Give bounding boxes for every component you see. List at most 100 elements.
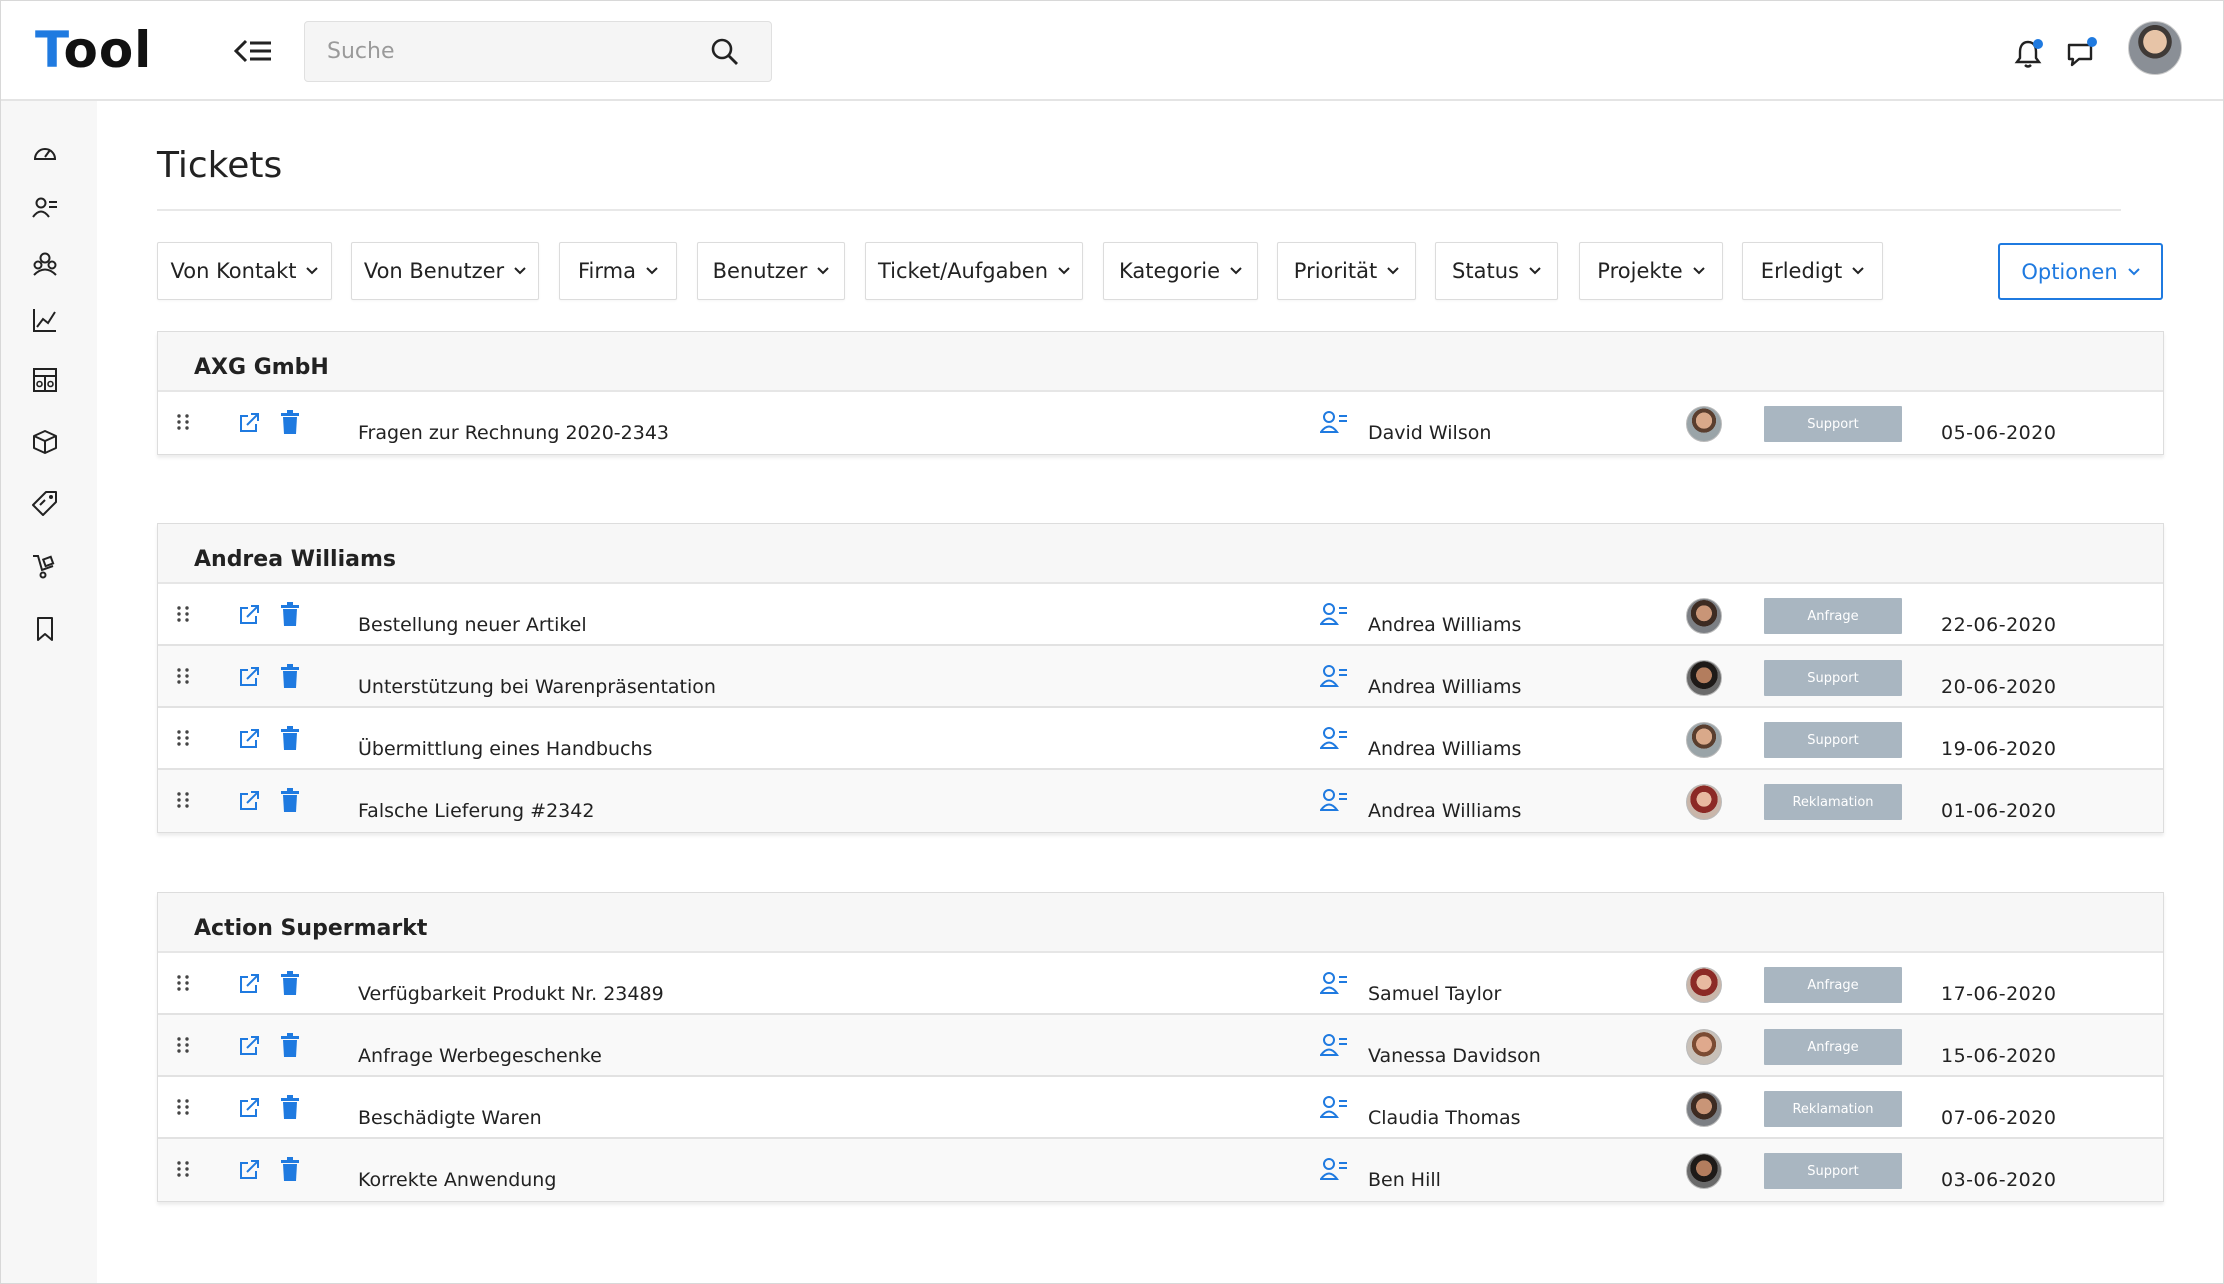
ticket-subject[interactable]: Beschädigte Waren [358, 1107, 542, 1129]
ticket-date: 05-06-2020 [1941, 422, 2057, 444]
cart-icon[interactable] [31, 552, 59, 580]
trash-icon[interactable] [280, 1033, 300, 1057]
external-link-icon[interactable] [238, 412, 260, 434]
drag-handle-icon[interactable] [176, 975, 190, 991]
groups-icon[interactable] [31, 250, 59, 278]
group-name: Action Supermarkt [194, 916, 428, 941]
filter-erledigt[interactable]: Erledigt [1742, 242, 1883, 300]
ticket-subject[interactable]: Unterstützung bei Warenpräsentation [358, 676, 716, 698]
avatar[interactable] [1686, 967, 1722, 1003]
table-row[interactable]: Unterstützung bei Warenpräsentation Andre… [158, 646, 2163, 708]
dashboard-icon[interactable] [31, 139, 59, 167]
sidebar [1, 101, 97, 1283]
external-link-icon[interactable] [238, 1097, 260, 1119]
avatar[interactable] [1686, 598, 1722, 634]
group-header: Andrea Williams [158, 524, 2163, 584]
external-link-icon[interactable] [238, 728, 260, 750]
filter-label: Firma [578, 259, 636, 283]
external-link-icon[interactable] [238, 790, 260, 812]
table-row[interactable]: Verfügbarkeit Produkt Nr. 23489 Samuel Ta… [158, 953, 2163, 1015]
ticket-person: David Wilson [1368, 422, 1492, 444]
ticket-subject[interactable]: Übermittlung eines Handbuchs [358, 738, 652, 760]
filter-label: Status [1452, 259, 1519, 283]
ticket-subject[interactable]: Fragen zur Rechnung 2020-2343 [358, 422, 669, 444]
ticket-subject[interactable]: Korrekte Anwendung [358, 1169, 556, 1191]
top-bar: Tool [1, 1, 2223, 101]
chevron-down-icon [1852, 267, 1864, 275]
filter-projekte[interactable]: Projekte [1579, 242, 1723, 300]
ticket-subject[interactable]: Falsche Lieferung #2342 [358, 800, 594, 822]
avatar[interactable] [1686, 660, 1722, 696]
ticket-group: Andrea Williams Bestellung neuer Artikel A… [157, 523, 2164, 833]
trash-icon[interactable] [280, 1157, 300, 1181]
chevron-down-icon [1692, 267, 1705, 275]
trash-icon[interactable] [280, 726, 300, 750]
collapse-menu-icon[interactable] [233, 33, 273, 69]
chevron-down-icon [646, 267, 658, 275]
chart-icon[interactable] [31, 306, 59, 334]
trash-icon[interactable] [280, 602, 300, 626]
table-row[interactable]: Fragen zur Rechnung 2020-2343 David Wilso… [158, 392, 2163, 454]
filter-status[interactable]: Status [1435, 242, 1558, 300]
ticket-date: 07-06-2020 [1941, 1107, 2057, 1129]
external-link-icon[interactable] [238, 1035, 260, 1057]
trash-icon[interactable] [280, 410, 300, 434]
table-row[interactable]: Korrekte Anwendung Ben Hill Support 03-06-2… [158, 1139, 2163, 1201]
ticket-person: Andrea Williams [1368, 676, 1522, 698]
ticket-subject[interactable]: Anfrage Werbegeschenke [358, 1045, 602, 1067]
notification-dot [2033, 39, 2043, 49]
drag-handle-icon[interactable] [176, 1161, 190, 1177]
filter-kategorie[interactable]: Kategorie [1103, 242, 1258, 300]
avatar[interactable] [1686, 722, 1722, 758]
drag-handle-icon[interactable] [176, 792, 190, 808]
table-row[interactable]: Übermittlung eines Handbuchs Andrea Willi… [158, 708, 2163, 770]
search-icon[interactable] [710, 37, 740, 67]
filter-ticket-aufgaben[interactable]: Ticket/Aufgaben [865, 242, 1083, 300]
drag-handle-icon[interactable] [176, 730, 190, 746]
table-icon[interactable] [31, 366, 59, 394]
chevron-down-icon [817, 267, 830, 275]
trash-icon[interactable] [280, 1095, 300, 1119]
filter-von-kontakt[interactable]: Von Kontakt [157, 242, 332, 300]
filter-benutzer[interactable]: Benutzer [697, 242, 845, 300]
package-icon[interactable] [31, 428, 59, 456]
category-badge: Anfrage [1764, 598, 1902, 634]
table-row[interactable]: Anfrage Werbegeschenke Vanessa Davidson An… [158, 1015, 2163, 1077]
drag-handle-icon[interactable] [176, 414, 190, 430]
trash-icon[interactable] [280, 664, 300, 688]
table-row[interactable]: Falsche Lieferung #2342 Andrea Williams Re… [158, 770, 2163, 832]
ticket-subject[interactable]: Verfügbarkeit Produkt Nr. 23489 [358, 983, 664, 1005]
table-row[interactable]: Beschädigte Waren Claudia Thomas Reklamati… [158, 1077, 2163, 1139]
trash-icon[interactable] [280, 971, 300, 995]
avatar[interactable] [1686, 1153, 1722, 1189]
logo[interactable]: Tool [35, 21, 152, 79]
search-input[interactable] [305, 22, 705, 81]
assigned-user-icon [1320, 665, 1347, 687]
external-link-icon[interactable] [238, 973, 260, 995]
bookmark-icon[interactable] [31, 615, 59, 643]
drag-handle-icon[interactable] [176, 1099, 190, 1115]
table-row[interactable]: Bestellung neuer Artikel Andrea Williams A… [158, 584, 2163, 646]
ticket-person: Ben Hill [1368, 1169, 1441, 1191]
ticket-date: 17-06-2020 [1941, 983, 2057, 1005]
ticket-subject[interactable]: Bestellung neuer Artikel [358, 614, 587, 636]
avatar[interactable] [1686, 406, 1722, 442]
avatar[interactable] [1686, 1091, 1722, 1127]
drag-handle-icon[interactable] [176, 1037, 190, 1053]
filter-prioritaet[interactable]: Priorität [1277, 242, 1416, 300]
app-window: Tool Suche Tickets Von Kontakt Von Benut… [0, 0, 2224, 1284]
external-link-icon[interactable] [238, 666, 260, 688]
drag-handle-icon[interactable] [176, 606, 190, 622]
avatar[interactable] [1686, 784, 1722, 820]
user-avatar[interactable] [2128, 21, 2182, 75]
trash-icon[interactable] [280, 788, 300, 812]
filter-firma[interactable]: Firma [559, 242, 677, 300]
contacts-icon[interactable] [31, 194, 59, 222]
drag-handle-icon[interactable] [176, 668, 190, 684]
external-link-icon[interactable] [238, 1159, 260, 1181]
external-link-icon[interactable] [238, 604, 260, 626]
filter-von-benutzer[interactable]: Von Benutzer [351, 242, 539, 300]
tag-icon[interactable] [31, 489, 59, 517]
avatar[interactable] [1686, 1029, 1722, 1065]
options-button[interactable]: Optionen [1998, 243, 2163, 300]
